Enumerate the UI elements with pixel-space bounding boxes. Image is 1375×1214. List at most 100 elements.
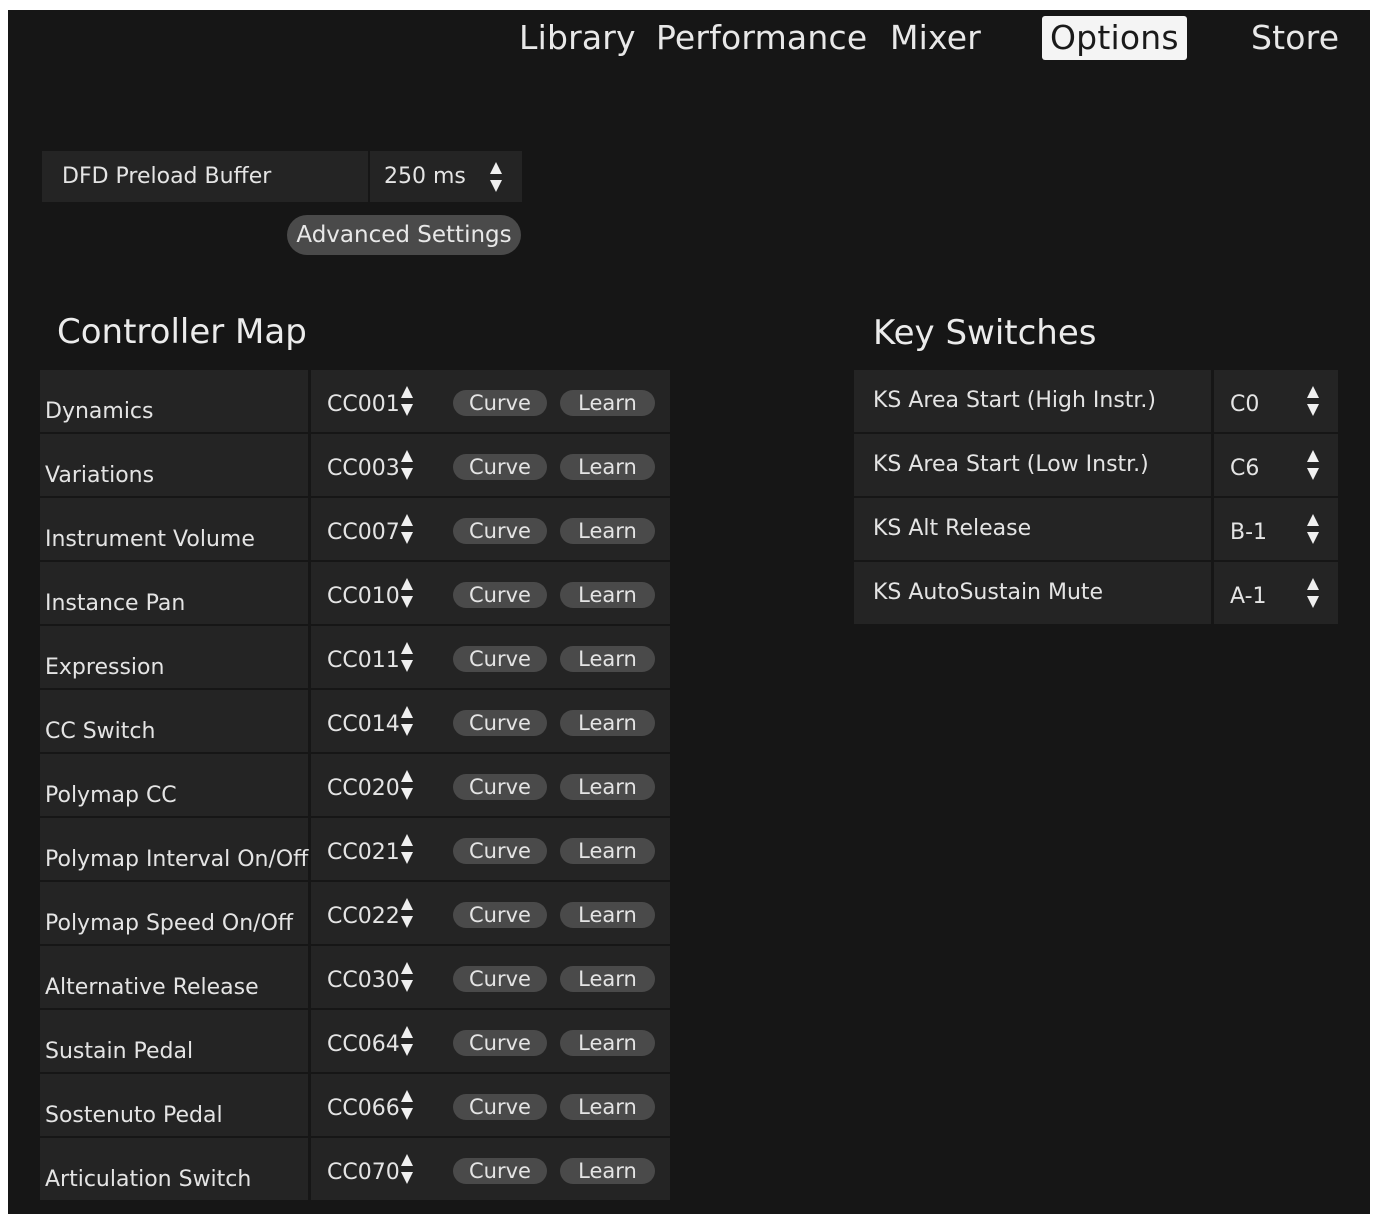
learn-button[interactable]: Learn — [560, 838, 655, 864]
tab-store[interactable]: Store — [1251, 16, 1339, 60]
controller-cc-value: CC007 — [327, 520, 400, 545]
cc-stepper-icon[interactable] — [399, 576, 415, 610]
cc-stepper-icon[interactable] — [399, 640, 415, 674]
table-row: Dynamics CC001 Curve Learn — [40, 370, 670, 432]
key-switch-value-cell[interactable]: C6 — [1214, 434, 1338, 496]
table-row: KS Alt Release B-1 — [854, 498, 1338, 560]
ks-stepper-icon[interactable] — [1305, 448, 1321, 482]
curve-button[interactable]: Curve — [453, 582, 547, 608]
curve-button[interactable]: Curve — [453, 1094, 547, 1120]
controller-name: Polymap CC — [40, 754, 308, 816]
controller-cc-value: CC003 — [327, 456, 400, 481]
cc-stepper-icon[interactable] — [399, 448, 415, 482]
controller-cc-cell[interactable]: CC070 Curve Learn — [311, 1138, 670, 1200]
learn-button[interactable]: Learn — [560, 1158, 655, 1184]
learn-button[interactable]: Learn — [560, 774, 655, 800]
curve-button[interactable]: Curve — [453, 710, 547, 736]
learn-button[interactable]: Learn — [560, 454, 655, 480]
controller-cc-cell[interactable]: CC003 Curve Learn — [311, 434, 670, 496]
key-switch-value-cell[interactable]: B-1 — [1214, 498, 1338, 560]
controller-cc-cell[interactable]: CC014 Curve Learn — [311, 690, 670, 752]
dfd-preload-label: DFD Preload Buffer — [42, 151, 368, 202]
controller-name: Alternative Release — [40, 946, 308, 1008]
ks-stepper-icon[interactable] — [1305, 384, 1321, 418]
cc-stepper-icon[interactable] — [399, 704, 415, 738]
curve-button[interactable]: Curve — [453, 1158, 547, 1184]
dfd-preload-stepper-icon[interactable] — [488, 160, 504, 194]
advanced-settings-button[interactable]: Advanced Settings — [287, 215, 521, 255]
table-row: KS AutoSustain Mute A-1 — [854, 562, 1338, 624]
table-row: Sostenuto Pedal CC066 Curve Learn — [40, 1074, 670, 1136]
cc-stepper-icon[interactable] — [399, 960, 415, 994]
curve-button[interactable]: Curve — [453, 1030, 547, 1056]
controller-cc-value: CC021 — [327, 840, 400, 865]
curve-button[interactable]: Curve — [453, 774, 547, 800]
tab-library[interactable]: Library — [519, 16, 636, 60]
controller-name: Sustain Pedal — [40, 1010, 308, 1072]
cc-stepper-icon[interactable] — [399, 1024, 415, 1058]
ks-stepper-icon[interactable] — [1305, 576, 1321, 610]
table-row: Polymap Interval On/Off CC021 Curve Lear… — [40, 818, 670, 880]
learn-button[interactable]: Learn — [560, 646, 655, 672]
learn-button[interactable]: Learn — [560, 902, 655, 928]
controller-cc-cell[interactable]: CC030 Curve Learn — [311, 946, 670, 1008]
controller-cc-cell[interactable]: CC021 Curve Learn — [311, 818, 670, 880]
key-switch-value: A-1 — [1230, 584, 1267, 609]
controller-cc-value: CC066 — [327, 1096, 400, 1121]
table-row: Instance Pan CC010 Curve Learn — [40, 562, 670, 624]
controller-cc-cell[interactable]: CC020 Curve Learn — [311, 754, 670, 816]
tab-options[interactable]: Options — [1042, 16, 1187, 60]
key-switch-value-cell[interactable]: C0 — [1214, 370, 1338, 432]
controller-cc-value: CC001 — [327, 392, 400, 417]
tab-performance[interactable]: Performance — [656, 16, 867, 60]
controller-name: Dynamics — [40, 370, 308, 432]
controller-name: Instance Pan — [40, 562, 308, 624]
controller-name: Variations — [40, 434, 308, 496]
table-row: Sustain Pedal CC064 Curve Learn — [40, 1010, 670, 1072]
learn-button[interactable]: Learn — [560, 390, 655, 416]
learn-button[interactable]: Learn — [560, 710, 655, 736]
controller-cc-cell[interactable]: CC011 Curve Learn — [311, 626, 670, 688]
learn-button[interactable]: Learn — [560, 518, 655, 544]
controller-cc-cell[interactable]: CC007 Curve Learn — [311, 498, 670, 560]
curve-button[interactable]: Curve — [453, 646, 547, 672]
curve-button[interactable]: Curve — [453, 390, 547, 416]
learn-button[interactable]: Learn — [560, 1094, 655, 1120]
cc-stepper-icon[interactable] — [399, 832, 415, 866]
learn-button[interactable]: Learn — [560, 966, 655, 992]
cc-stepper-icon[interactable] — [399, 1152, 415, 1186]
controller-cc-cell[interactable]: CC010 Curve Learn — [311, 562, 670, 624]
controller-cc-cell[interactable]: CC001 Curve Learn — [311, 370, 670, 432]
learn-button[interactable]: Learn — [560, 582, 655, 608]
table-row: KS Area Start (Low Instr.) C6 — [854, 434, 1338, 496]
controller-map-title: Controller Map — [57, 312, 307, 352]
learn-button[interactable]: Learn — [560, 1030, 655, 1056]
curve-button[interactable]: Curve — [453, 454, 547, 480]
curve-button[interactable]: Curve — [453, 838, 547, 864]
key-switch-value-cell[interactable]: A-1 — [1214, 562, 1338, 624]
curve-button[interactable]: Curve — [453, 518, 547, 544]
cc-stepper-icon[interactable] — [399, 896, 415, 930]
cc-stepper-icon[interactable] — [399, 768, 415, 802]
curve-button[interactable]: Curve — [453, 902, 547, 928]
cc-stepper-icon[interactable] — [399, 1088, 415, 1122]
cc-stepper-icon[interactable] — [399, 384, 415, 418]
table-row: Instrument Volume CC007 Curve Learn — [40, 498, 670, 560]
table-row: KS Area Start (High Instr.) C0 — [854, 370, 1338, 432]
table-row: Expression CC011 Curve Learn — [40, 626, 670, 688]
key-switch-name: KS Area Start (High Instr.) — [854, 370, 1211, 432]
cc-stepper-icon[interactable] — [399, 512, 415, 546]
controller-cc-value: CC064 — [327, 1032, 400, 1057]
table-row: CC Switch CC014 Curve Learn — [40, 690, 670, 752]
controller-cc-cell[interactable]: CC022 Curve Learn — [311, 882, 670, 944]
curve-button[interactable]: Curve — [453, 966, 547, 992]
key-switch-value: C6 — [1230, 456, 1260, 481]
controller-name: Sostenuto Pedal — [40, 1074, 308, 1136]
tab-mixer[interactable]: Mixer — [890, 16, 981, 60]
controller-cc-cell[interactable]: CC066 Curve Learn — [311, 1074, 670, 1136]
controller-cc-value: CC020 — [327, 776, 400, 801]
controller-name: Articulation Switch — [40, 1138, 308, 1200]
ks-stepper-icon[interactable] — [1305, 512, 1321, 546]
controller-cc-cell[interactable]: CC064 Curve Learn — [311, 1010, 670, 1072]
table-row: Polymap Speed On/Off CC022 Curve Learn — [40, 882, 670, 944]
